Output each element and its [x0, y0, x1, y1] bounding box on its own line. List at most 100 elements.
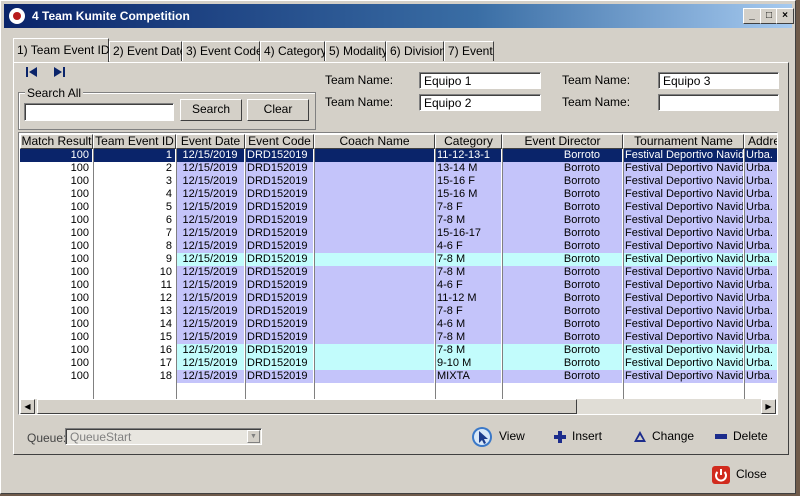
- tab-category[interactable]: 4) Category: [260, 41, 327, 61]
- table-row[interactable]: 100 16 12/15/2019 DRD152019 7-8 M Borroto Fest…: [20, 344, 777, 357]
- table-row[interactable]: 100 18 12/15/2019 DRD152019 MIXTA Borroto Fest…: [20, 370, 777, 383]
- table-cell-address: Urba. I: [744, 318, 777, 331]
- delete-button[interactable]: Delete: [715, 426, 768, 446]
- table-cell-event-code: DRD152019: [245, 279, 314, 292]
- table-cell-address: Urba. I: [744, 253, 777, 266]
- table-cell-event-director: Borroto: [502, 175, 623, 188]
- horizontal-scrollbar[interactable]: ◀ ▶: [20, 399, 776, 414]
- tab-team-event-id[interactable]: 1) Team Event ID: [13, 38, 109, 62]
- table-cell-match-result: 100: [20, 188, 93, 201]
- table-row[interactable]: 100 3 12/15/2019 DRD152019 15-16 F Borroto Fes…: [20, 175, 777, 188]
- search-input[interactable]: [24, 103, 174, 121]
- table-cell-address: Urba. I: [744, 331, 777, 344]
- tab-modality[interactable]: 5) Modality: [325, 41, 388, 61]
- table-cell-team-event-id: 7: [93, 227, 176, 240]
- table-cell-event-director: Borroto: [502, 162, 623, 175]
- chevron-down-icon[interactable]: ▼: [247, 430, 260, 443]
- table-row[interactable]: 100 15 12/15/2019 DRD152019 7-8 M Borroto Fest…: [20, 331, 777, 344]
- table-cell-event-director: Borroto: [502, 266, 623, 279]
- table-cell-team-event-id: 10: [93, 266, 176, 279]
- table-cell-event-date: 12/15/2019: [176, 292, 245, 305]
- table-row[interactable]: 100 8 12/15/2019 DRD152019 4-6 F Borroto Festi…: [20, 240, 777, 253]
- table-cell-team-event-id: 9: [93, 253, 176, 266]
- scroll-right-icon[interactable]: ▶: [761, 399, 776, 414]
- insert-button[interactable]: Insert: [554, 426, 602, 446]
- table-cell-event-code: DRD152019: [245, 253, 314, 266]
- team-name-field-4[interactable]: [658, 94, 779, 111]
- column-header[interactable]: Match Result: [20, 134, 93, 149]
- clear-button[interactable]: Clear: [247, 99, 309, 121]
- table-cell-coach-name: [314, 240, 435, 253]
- table-row[interactable]: 100 14 12/15/2019 DRD152019 4-6 M Borroto Fest…: [20, 318, 777, 331]
- table-row[interactable]: 100 10 12/15/2019 DRD152019 7-8 M Borroto Fest…: [20, 266, 777, 279]
- column-divider: [314, 149, 315, 399]
- table-row[interactable]: 100 6 12/15/2019 DRD152019 7-8 M Borroto Festi…: [20, 214, 777, 227]
- column-header[interactable]: Event Date: [176, 134, 245, 149]
- table-cell-team-event-id: 12: [93, 292, 176, 305]
- column-header[interactable]: Team Event ID: [93, 134, 176, 149]
- close-window-button[interactable]: ×: [776, 8, 794, 24]
- table-row[interactable]: 100 12 12/15/2019 DRD152019 11-12 M Borroto Fe…: [20, 292, 777, 305]
- table-cell-event-date: 12/15/2019: [176, 305, 245, 318]
- table-row[interactable]: 100 7 12/15/2019 DRD152019 15-16-17 Borroto Fe…: [20, 227, 777, 240]
- table-cell-event-code: DRD152019: [245, 149, 314, 162]
- column-divider: [176, 149, 177, 399]
- minimize-button[interactable]: _: [743, 8, 761, 24]
- table-cell-match-result: 100: [20, 175, 93, 188]
- view-button[interactable]: View: [471, 426, 525, 447]
- queue-select-value: QueueStart: [70, 430, 132, 444]
- table-cell-coach-name: [314, 175, 435, 188]
- tab-event-date[interactable]: 2) Event Date: [109, 41, 186, 61]
- close-button[interactable]: Close: [712, 464, 767, 484]
- tab-event[interactable]: 7) Event: [444, 41, 494, 61]
- change-button[interactable]: Change: [634, 426, 694, 446]
- table-row[interactable]: 100 13 12/15/2019 DRD152019 7-8 F Borroto Fest…: [20, 305, 777, 318]
- table-row[interactable]: 100 17 12/15/2019 DRD152019 9-10 M Borroto Fes…: [20, 357, 777, 370]
- table-cell-event-director: Borroto: [502, 370, 623, 383]
- table-cell-address: Urba. I: [744, 162, 777, 175]
- results-grid[interactable]: Match Result Team Event ID Event Date Event…: [18, 132, 778, 415]
- column-header[interactable]: Event Code: [245, 134, 314, 149]
- last-record-icon[interactable]: [53, 67, 69, 79]
- search-button[interactable]: Search: [180, 99, 242, 121]
- scroll-left-icon[interactable]: ◀: [20, 399, 35, 414]
- table-cell-event-date: 12/15/2019: [176, 149, 245, 162]
- tab-division[interactable]: 6) Division: [386, 41, 446, 61]
- table-cell-coach-name: [314, 357, 435, 370]
- table-cell-category: 9-10 M: [435, 357, 502, 370]
- table-row[interactable]: 100 1 12/15/2019 DRD152019 11-12-13-1 Borroto…: [20, 149, 777, 162]
- scroll-thumb[interactable]: [37, 399, 577, 414]
- table-row[interactable]: 100 9 12/15/2019 DRD152019 7-8 M Borroto Festi…: [20, 253, 777, 266]
- table-row[interactable]: 100 4 12/15/2019 DRD152019 15-16 M Borroto Fes…: [20, 188, 777, 201]
- column-header[interactable]: Category: [435, 134, 502, 149]
- queue-select[interactable]: QueueStart ▼: [65, 428, 262, 445]
- table-cell-address: Urba. I: [744, 201, 777, 214]
- table-cell-tournament-name: Festival Deportivo Navid: [623, 201, 744, 214]
- tab-event-code[interactable]: 3) Event Code: [182, 41, 263, 61]
- team-name-field-2[interactable]: Equipo 2: [419, 94, 541, 111]
- table-cell-coach-name: [314, 344, 435, 357]
- table-row[interactable]: 100 5 12/15/2019 DRD152019 7-8 F Borroto Festi…: [20, 201, 777, 214]
- team-name-field-1[interactable]: Equipo 1: [419, 72, 541, 89]
- column-header[interactable]: Coach Name: [314, 134, 435, 149]
- table-cell-match-result: 100: [20, 214, 93, 227]
- table-cell-match-result: 100: [20, 370, 93, 383]
- first-record-icon[interactable]: [26, 67, 42, 79]
- table-cell-category: 15-16 M: [435, 188, 502, 201]
- table-row[interactable]: 100 2 12/15/2019 DRD152019 13-14 M Borroto Fes…: [20, 162, 777, 175]
- table-row[interactable]: 100 11 12/15/2019 DRD152019 4-6 F Borroto Fest…: [20, 279, 777, 292]
- team-name-field-3[interactable]: Equipo 3: [658, 72, 779, 89]
- table-cell-team-event-id: 1: [93, 149, 176, 162]
- table-cell-match-result: 100: [20, 266, 93, 279]
- table-cell-tournament-name: Festival Deportivo Navid: [623, 214, 744, 227]
- table-cell-coach-name: [314, 266, 435, 279]
- title-bar[interactable]: 4 Team Kumite Competition _ □ ×: [4, 4, 794, 28]
- table-cell-event-date: 12/15/2019: [176, 253, 245, 266]
- table-cell-category: 15-16-17: [435, 227, 502, 240]
- column-header[interactable]: Tournament Name: [623, 134, 744, 149]
- column-header[interactable]: Addre: [744, 134, 777, 149]
- column-header[interactable]: Event Director: [502, 134, 623, 149]
- table-cell-team-event-id: 18: [93, 370, 176, 383]
- karate-app-icon: [9, 8, 25, 24]
- table-cell-address: Urba. I: [744, 279, 777, 292]
